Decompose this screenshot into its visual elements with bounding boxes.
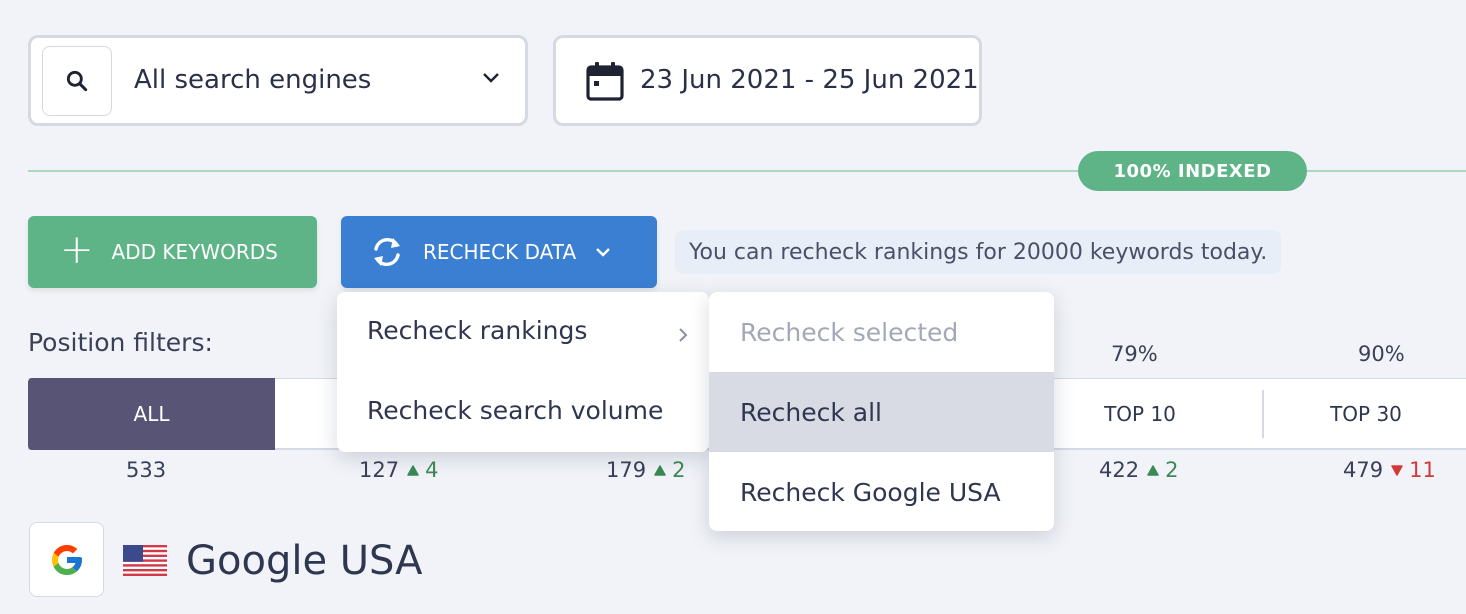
recheck-dropdown-menu: Recheck rankings Recheck search volume: [337, 292, 709, 452]
indexed-badge: 100% INDEXED: [1078, 151, 1307, 191]
count-top-30: 479 11: [1343, 458, 1436, 482]
google-logo-icon: [29, 522, 104, 597]
us-flag-icon: [123, 545, 167, 580]
change-value: 4: [425, 458, 439, 482]
recheck-limit-note: You can recheck rankings for 20000 keywo…: [675, 230, 1282, 274]
count-tab-2: 127 4: [359, 458, 438, 482]
add-keywords-label: ADD KEYWORDS: [111, 240, 278, 264]
change-up: 2: [654, 458, 685, 482]
submenu-item-recheck-google-usa[interactable]: Recheck Google USA: [709, 452, 1054, 531]
recheck-rankings-submenu: Recheck selected Recheck all Recheck Goo…: [709, 292, 1054, 531]
count-all: 533: [126, 458, 166, 482]
change-down: 11: [1391, 458, 1436, 482]
tab-all[interactable]: ALL: [28, 378, 275, 450]
menu-item-recheck-rankings[interactable]: Recheck rankings: [367, 316, 587, 345]
chevron-down-icon: [594, 246, 612, 258]
count-value: 127: [359, 458, 400, 482]
recheck-data-label: RECHECK DATA: [423, 240, 577, 264]
search-icon: [42, 46, 112, 116]
change-up: 4: [407, 458, 438, 482]
date-range-picker[interactable]: 23 Jun 2021 - 25 Jun 2021: [553, 35, 982, 126]
count-value: 422: [1099, 458, 1140, 482]
count-top-10: 422 2: [1099, 458, 1178, 482]
plus-icon: +: [60, 227, 94, 273]
top-30-percent: 90%: [1358, 342, 1405, 366]
change-value: 2: [1165, 458, 1179, 482]
search-engine-select[interactable]: All search engines: [28, 35, 528, 126]
triangle-up-icon: [1147, 464, 1159, 476]
date-range-value: 23 Jun 2021 - 25 Jun 2021: [640, 65, 979, 95]
change-value: 2: [672, 458, 686, 482]
submenu-item-recheck-all[interactable]: Recheck all: [709, 372, 1054, 452]
tab-divider: [1262, 390, 1264, 438]
chevron-right-icon: [677, 326, 689, 348]
position-filters-label: Position filters:: [28, 328, 213, 357]
change-up: 2: [1147, 458, 1178, 482]
triangle-up-icon: [654, 464, 666, 476]
chevron-down-icon: [481, 70, 501, 89]
search-engine-name: Google USA: [186, 538, 423, 584]
count-value: 479: [1343, 458, 1384, 482]
tab-top-10[interactable]: TOP 10: [1020, 378, 1260, 450]
top-10-percent: 79%: [1111, 342, 1158, 366]
triangle-up-icon: [407, 464, 419, 476]
count-tab-3: 179 2: [606, 458, 685, 482]
add-keywords-button[interactable]: + ADD KEYWORDS: [28, 216, 317, 288]
count-value: 533: [126, 458, 167, 482]
menu-item-recheck-search-volume[interactable]: Recheck search volume: [367, 396, 663, 425]
search-engine-value: All search engines: [134, 65, 372, 95]
recheck-data-button[interactable]: RECHECK DATA: [341, 216, 657, 288]
calendar-icon: [586, 61, 624, 105]
refresh-icon: [369, 234, 405, 270]
submenu-item-recheck-selected[interactable]: Recheck selected: [709, 292, 1054, 372]
triangle-down-icon: [1391, 464, 1403, 476]
tab-top-30[interactable]: TOP 30: [1266, 378, 1466, 450]
count-value: 179: [606, 458, 647, 482]
change-value: 11: [1409, 458, 1436, 482]
